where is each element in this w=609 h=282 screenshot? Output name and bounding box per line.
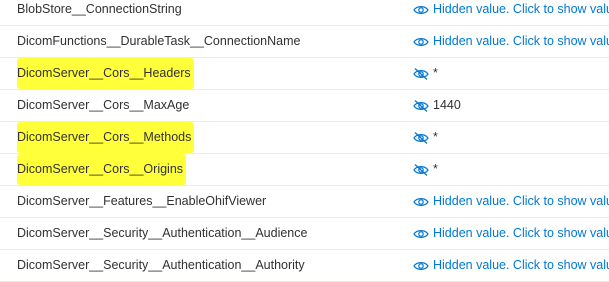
value-text: 1440 [433, 98, 461, 112]
value-text: Hidden value. Click to show value [433, 34, 609, 48]
eye-icon [413, 3, 429, 17]
setting-row: DicomServer__Security__Authentication__A… [0, 218, 609, 250]
setting-name: DicomServer__Cors__Headers [17, 58, 194, 89]
setting-name: DicomServer__Cors__MaxAge [17, 98, 190, 112]
setting-name: DicomServer__Security__Authentication__A… [17, 226, 308, 240]
show-value-link[interactable]: Hidden value. Click to show value [413, 218, 609, 249]
show-value-link[interactable]: Hidden value. Click to show value [413, 0, 609, 25]
eye-icon [413, 35, 429, 49]
eye-slash-icon [413, 131, 429, 145]
setting-row: DicomFunctions__DurableTask__ConnectionN… [0, 26, 609, 58]
setting-row: DicomServer__Cors__MaxAge 1440 [0, 90, 609, 122]
eye-slash-icon [413, 99, 429, 113]
value-text: Hidden value. Click to show value [433, 258, 609, 272]
value-text: * [433, 162, 438, 176]
setting-row: DicomServer__Features__EnableOhifViewer … [0, 186, 609, 218]
value-text: Hidden value. Click to show value [433, 2, 609, 16]
setting-value[interactable]: * [413, 58, 438, 89]
show-value-link[interactable]: Hidden value. Click to show value [413, 186, 609, 217]
setting-row: DicomServer__Cors__Methods * [0, 122, 609, 154]
eye-icon [413, 227, 429, 241]
show-value-link[interactable]: Hidden value. Click to show value [413, 26, 609, 57]
value-text: Hidden value. Click to show value [433, 194, 609, 208]
value-text: Hidden value. Click to show value [433, 226, 609, 240]
setting-name: DicomServer__Cors__Methods [17, 122, 195, 153]
show-value-link[interactable]: Hidden value. Click to show value [413, 250, 609, 281]
setting-name: DicomFunctions__DurableTask__ConnectionN… [17, 34, 301, 48]
value-text: * [433, 66, 438, 80]
eye-icon [413, 259, 429, 273]
eye-icon [413, 195, 429, 209]
setting-name: DicomServer__Cors__Origins [17, 154, 187, 185]
setting-name: DicomServer__Security__Authentication__A… [17, 258, 305, 272]
app-settings-table: BlobStore__ConnectionString Hidden value… [0, 0, 609, 282]
setting-row: DicomServer__Security__Authentication__A… [0, 250, 609, 282]
setting-value[interactable]: * [413, 154, 438, 185]
setting-row: DicomServer__Cors__Headers * [0, 58, 609, 90]
setting-name: DicomServer__Features__EnableOhifViewer [17, 194, 267, 208]
setting-row: DicomServer__Cors__Origins * [0, 154, 609, 186]
eye-slash-icon [413, 67, 429, 81]
setting-value[interactable]: * [413, 122, 438, 153]
eye-slash-icon [413, 163, 429, 177]
setting-row: BlobStore__ConnectionString Hidden value… [0, 0, 609, 26]
setting-name: BlobStore__ConnectionString [17, 2, 182, 16]
value-text: * [433, 130, 438, 144]
setting-value[interactable]: 1440 [413, 90, 461, 121]
